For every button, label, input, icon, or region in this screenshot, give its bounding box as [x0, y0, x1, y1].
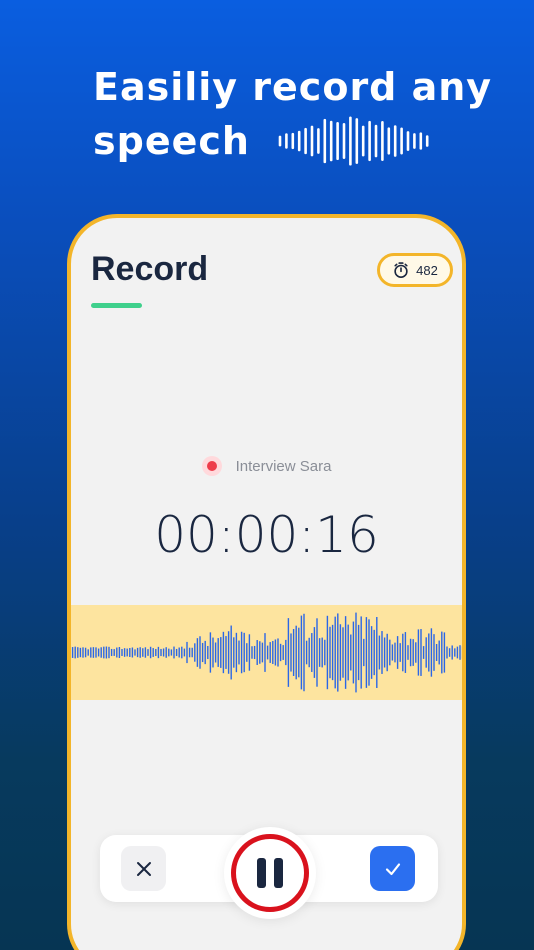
headline-line-2: speech: [93, 118, 250, 163]
sound-wave-icon: [278, 116, 429, 166]
credits-value: 482: [416, 262, 438, 278]
stopwatch-icon: [394, 262, 408, 279]
phone-screen: Record 482 Interview Sara 00:00:16: [67, 214, 466, 950]
headline-line-1: Easiliy record any: [93, 65, 493, 109]
confirm-button[interactable]: [370, 846, 415, 891]
page-title: Record: [91, 250, 209, 288]
close-icon: [136, 861, 151, 876]
pause-icon-bar-left: [257, 858, 266, 888]
check-icon: [385, 862, 400, 875]
title-underline: [91, 303, 142, 308]
discard-button[interactable]: [121, 846, 166, 891]
headline-line-2-row: speech: [93, 113, 513, 169]
recording-label: Interview Sara: [71, 456, 462, 476]
recording-dot-icon: [201, 456, 222, 476]
waveform-area: [71, 605, 462, 700]
pause-button-ring: [224, 827, 316, 919]
headline: Easiliy record any speech: [93, 62, 513, 169]
waveform: [71, 612, 462, 693]
elapsed-timer: 00:00:16: [154, 506, 379, 564]
pause-icon-bar-right: [274, 858, 283, 888]
pause-button[interactable]: [231, 834, 309, 912]
credits-badge[interactable]: 482: [377, 253, 453, 287]
recording-name: Interview Sara: [235, 457, 332, 475]
